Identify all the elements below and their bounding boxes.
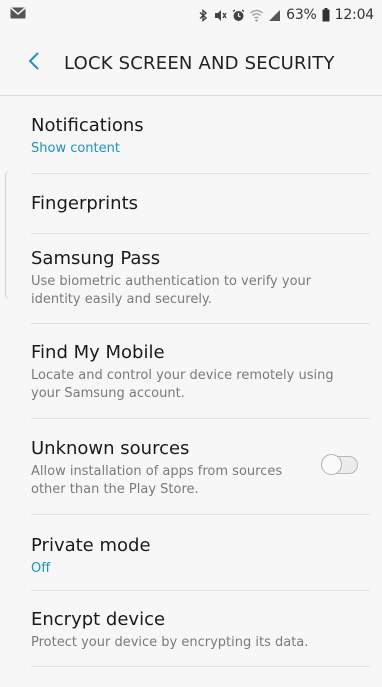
item-title: Encrypt device <box>31 609 166 630</box>
item-subtitle: Show content <box>31 141 120 156</box>
item-subtitle-line: Locate and control your device remotely … <box>31 368 334 383</box>
list-divider <box>31 590 370 591</box>
notifications-item[interactable]: Notifications Show content <box>0 114 382 158</box>
item-title: Notifications <box>31 115 144 136</box>
list-divider <box>31 173 370 174</box>
item-subtitle-line: Use biometric authentication to verify y… <box>31 274 312 289</box>
find-my-mobile-item[interactable]: Find My Mobile Locate and control your d… <box>0 341 382 403</box>
clock: 12:04 <box>334 7 375 23</box>
private-mode-item[interactable]: Private mode Off <box>0 534 382 578</box>
alarm-icon <box>232 8 245 22</box>
unknown-sources-toggle[interactable] <box>321 454 358 475</box>
status-bar: 63% 12:04 <box>0 0 382 30</box>
list-divider <box>31 418 370 419</box>
signal-icon <box>268 9 281 22</box>
fingerprints-item[interactable]: Fingerprints <box>0 192 382 216</box>
item-subtitle-line: identity easily and securely. <box>31 292 212 307</box>
header-divider <box>0 95 382 96</box>
item-subtitle: Protect your device by encrypting its da… <box>31 635 309 650</box>
encrypt-device-item[interactable]: Encrypt device Protect your device by en… <box>0 608 382 652</box>
samsung-pass-item[interactable]: Samsung Pass Use biometric authenticatio… <box>0 247 382 309</box>
list-divider <box>31 514 370 515</box>
item-title: Private mode <box>31 535 151 556</box>
chevron-left-icon <box>28 51 40 75</box>
battery-icon <box>322 8 330 22</box>
item-title: Samsung Pass <box>31 248 161 269</box>
item-title: Fingerprints <box>31 193 139 214</box>
item-subtitle-line: your Samsung account. <box>31 386 185 401</box>
item-subtitle-line: other than the Play Store. <box>31 482 199 497</box>
list-divider <box>31 666 370 667</box>
list-divider <box>31 323 370 324</box>
message-notification-icon <box>10 7 26 23</box>
toggle-knob <box>321 454 342 475</box>
battery-percentage: 63% <box>286 7 317 23</box>
item-title: Find My Mobile <box>31 342 165 363</box>
item-subtitle: Off <box>31 561 51 576</box>
wifi-icon <box>250 9 264 22</box>
mute-icon <box>213 9 227 22</box>
item-title: Unknown sources <box>31 438 190 459</box>
bluetooth-icon <box>199 8 208 22</box>
page-title: LOCK SCREEN AND SECURITY <box>64 52 335 74</box>
back-button[interactable] <box>14 39 54 87</box>
item-subtitle-line: Allow installation of apps from sources <box>31 464 283 479</box>
list-divider <box>31 233 370 234</box>
app-bar: LOCK SCREEN AND SECURITY <box>0 38 382 88</box>
